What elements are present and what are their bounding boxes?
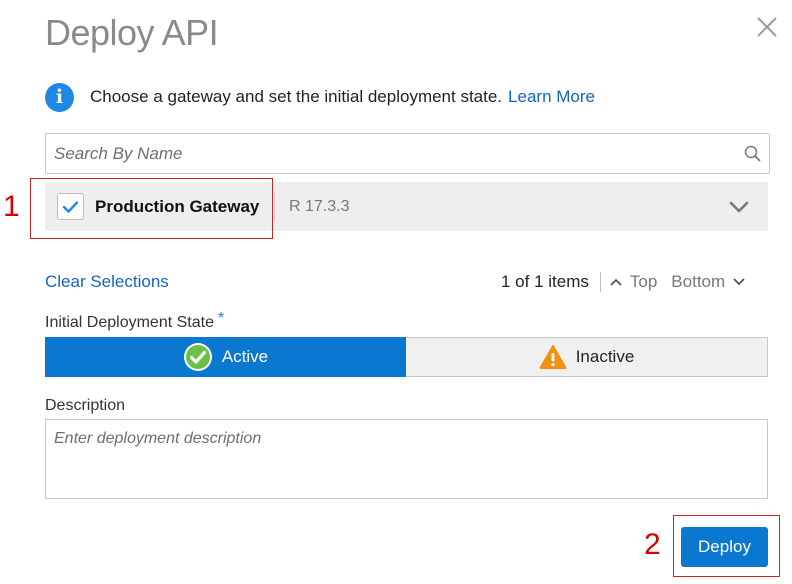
- top-label: Top: [629, 272, 658, 291]
- search-box: [45, 133, 770, 174]
- clear-selections-link[interactable]: Clear Selections: [45, 272, 169, 292]
- active-state-label: Active: [221, 347, 269, 366]
- divider: [274, 193, 275, 221]
- gateway-version: R 17.3.3: [289, 198, 350, 215]
- close-icon: [757, 17, 777, 37]
- description-label: Description: [45, 397, 126, 414]
- info-icon: i: [45, 82, 74, 112]
- check-circle-icon: [183, 342, 213, 372]
- description-field[interactable]: [45, 419, 768, 499]
- deployment-state-label-text: Initial Deployment State: [45, 314, 214, 331]
- info-banner: i Choose a gateway and set the initial d…: [45, 82, 595, 112]
- deployment-state-label: Initial Deployment State *: [45, 310, 224, 332]
- annotation-box: [30, 178, 273, 239]
- deployment-state-toggle: Active Inactive: [45, 337, 768, 377]
- learn-more-link[interactable]: Learn More: [508, 87, 595, 107]
- deploy-button[interactable]: Deploy: [681, 527, 768, 567]
- search-icon[interactable]: [743, 144, 763, 164]
- bottom-label: Bottom: [671, 272, 726, 291]
- info-text: Choose a gateway and set the initial dep…: [90, 87, 503, 106]
- inactive-state-label: Inactive: [575, 347, 635, 366]
- list-pager: 1 of 1 items Top Bottom: [501, 272, 746, 292]
- top-button[interactable]: Top: [609, 272, 657, 292]
- dialog-title: Deploy API: [45, 12, 219, 53]
- divider: [599, 272, 601, 292]
- inactive-state-button[interactable]: Inactive: [406, 337, 768, 377]
- chevron-up-icon: [610, 278, 622, 286]
- annotation-number: 1: [3, 190, 20, 223]
- warning-icon: [539, 344, 567, 370]
- item-count: 1 of 1 items: [501, 272, 589, 291]
- required-mark: *: [217, 310, 225, 327]
- bottom-button[interactable]: Bottom: [671, 272, 746, 292]
- chevron-down-icon: [733, 278, 745, 286]
- active-state-button[interactable]: Active: [45, 337, 406, 377]
- search-input[interactable]: [46, 134, 726, 173]
- chevron-down-icon[interactable]: [729, 198, 749, 216]
- close-button[interactable]: [753, 13, 781, 41]
- annotation-number: 2: [644, 528, 661, 561]
